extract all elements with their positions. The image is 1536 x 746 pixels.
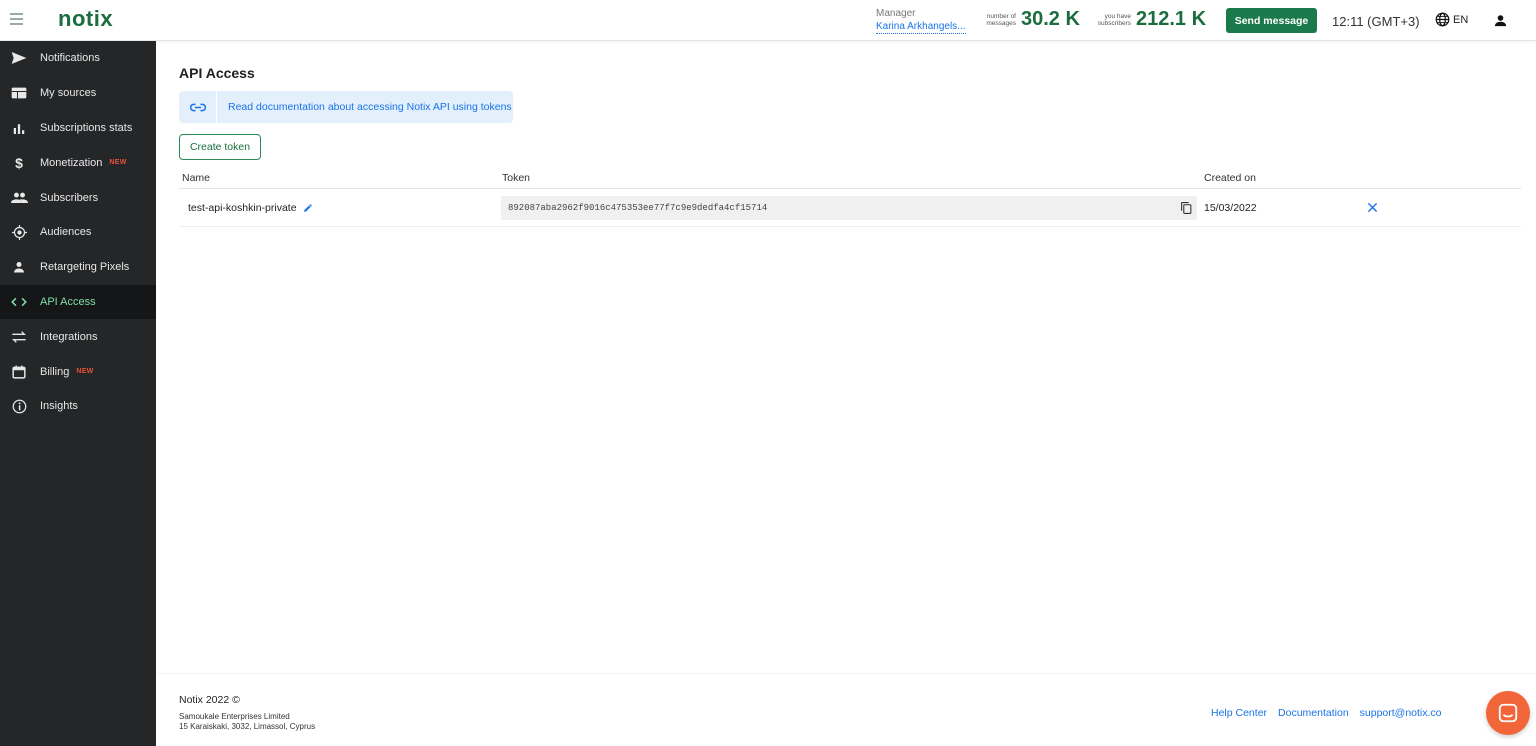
company-address: Samoukale Enterprises Limited 15 Karaisk… xyxy=(179,712,315,732)
copy-icon[interactable] xyxy=(1180,201,1193,215)
account-icon[interactable] xyxy=(1493,13,1508,28)
sidebar-item-subscribers[interactable]: Subscribers xyxy=(0,180,156,215)
messages-value: 30.2 K xyxy=(1021,8,1080,30)
language-selector[interactable]: EN xyxy=(1435,12,1468,27)
sidebar-item-integrations[interactable]: Integrations xyxy=(0,319,156,354)
sidebar: Notifications My sources Subscriptions s… xyxy=(0,41,156,746)
sidebar-item-label: Subscriptions stats xyxy=(40,121,133,134)
edit-icon[interactable] xyxy=(303,203,313,213)
manager-name[interactable]: Karina Arkhangels... xyxy=(876,20,966,34)
table-header: Name Token Created on xyxy=(179,170,1521,189)
calendar-icon xyxy=(10,365,28,379)
token-value: 892087aba2962f9016c475353ee77f7c9e9dedfa… xyxy=(508,203,768,213)
subscribers-value: 212.1 K xyxy=(1136,8,1207,30)
close-icon xyxy=(1367,202,1378,213)
sidebar-item-label: Subscribers xyxy=(40,191,99,204)
token-name: test-api-koshkin-private xyxy=(188,202,297,214)
sidebar-item-label: Notifications xyxy=(40,52,100,65)
sidebar-item-api-access[interactable]: API Access xyxy=(0,284,156,320)
manager-info: Manager Karina Arkhangels... xyxy=(876,7,966,34)
created-date: 15/03/2022 xyxy=(1204,202,1257,214)
stats-icon xyxy=(10,121,28,135)
sidebar-item-label: API Access xyxy=(40,295,96,308)
code-icon xyxy=(10,295,28,309)
people-icon xyxy=(10,191,28,205)
main-content: API Access Read documentation about acce… xyxy=(156,41,1536,673)
page-title: API Access xyxy=(179,65,255,81)
table-row: test-api-koshkin-private 892087aba2962f9… xyxy=(179,190,1521,227)
support-email-link[interactable]: support@notix.co xyxy=(1360,707,1442,719)
sidebar-item-label: Audiences xyxy=(40,226,92,239)
sidebar-item-retargeting-pixels[interactable]: Retargeting Pixels xyxy=(0,250,156,285)
column-header-name: Name xyxy=(182,172,211,184)
footer: Notix 2022 © Samoukale Enterprises Limit… xyxy=(156,673,1536,746)
sidebar-item-label: Insights xyxy=(40,400,78,413)
person-icon xyxy=(10,260,28,274)
sidebar-item-label: Retargeting Pixels xyxy=(40,261,130,274)
address: 15 Karaiskaki, 3032, Limassol, Cyprus xyxy=(179,722,316,731)
globe-icon xyxy=(1435,12,1450,27)
sidebar-item-label: Integrations xyxy=(40,330,98,343)
footer-links: Help Center Documentation support@notix.… xyxy=(1211,707,1442,719)
sidebar-item-monetization[interactable]: $ Monetization NEW xyxy=(0,145,156,180)
clock: 12:11 (GMT+3) xyxy=(1332,14,1420,29)
sidebar-item-audiences[interactable]: Audiences xyxy=(0,215,156,250)
sources-icon xyxy=(10,86,28,100)
sidebar-item-label: Billing xyxy=(40,365,70,378)
link-icon xyxy=(179,91,217,123)
target-icon xyxy=(10,224,28,240)
token-field[interactable]: 892087aba2962f9016c475353ee77f7c9e9dedfa… xyxy=(501,196,1197,220)
token-name-cell: test-api-koshkin-private xyxy=(188,202,313,214)
sidebar-item-insights[interactable]: Insights xyxy=(0,389,156,424)
sidebar-item-label: Monetization xyxy=(40,156,103,169)
new-badge: NEW xyxy=(109,159,127,167)
top-bar: notix Manager Karina Arkhangels... numbe… xyxy=(0,0,1536,41)
documentation-banner[interactable]: Read documentation about accessing Notix… xyxy=(179,91,513,123)
manager-label: Manager xyxy=(876,8,916,19)
new-badge: NEW xyxy=(76,368,94,376)
language-label: EN xyxy=(1453,13,1469,26)
messages-caption: number of messages xyxy=(986,12,1016,27)
send-icon xyxy=(10,51,28,65)
subscribers-stat: you have subscribers 212.1 K xyxy=(1097,8,1206,31)
menu-icon[interactable] xyxy=(10,13,23,25)
delete-token-button[interactable] xyxy=(1367,202,1378,216)
send-message-button[interactable]: Send message xyxy=(1226,8,1317,33)
subscribers-caption: you have subscribers xyxy=(1097,12,1131,27)
sidebar-item-my-sources[interactable]: My sources xyxy=(0,76,156,111)
sidebar-item-billing[interactable]: Billing NEW xyxy=(0,354,156,389)
company-name: Samoukale Enterprises Limited xyxy=(179,712,290,721)
column-header-token: Token xyxy=(502,172,531,184)
sidebar-item-subscriptions-stats[interactable]: Subscriptions stats xyxy=(0,111,156,146)
copyright: Notix 2022 © xyxy=(179,694,240,706)
help-center-link[interactable]: Help Center xyxy=(1211,707,1267,719)
logo[interactable]: notix xyxy=(58,6,113,32)
swap-icon xyxy=(10,330,28,344)
sidebar-item-label: My sources xyxy=(40,87,97,100)
dollar-icon: $ xyxy=(15,154,23,171)
documentation-link[interactable]: Read documentation about accessing Notix… xyxy=(228,101,512,113)
info-icon xyxy=(10,399,28,414)
chat-button[interactable] xyxy=(1486,691,1530,735)
documentation-footer-link[interactable]: Documentation xyxy=(1278,707,1349,719)
chat-icon xyxy=(1498,703,1518,723)
column-header-created: Created on xyxy=(1204,172,1256,184)
sidebar-item-notifications[interactable]: Notifications xyxy=(0,41,156,76)
create-token-button[interactable]: Create token xyxy=(179,134,261,160)
messages-stat: number of messages 30.2 K xyxy=(982,8,1080,31)
